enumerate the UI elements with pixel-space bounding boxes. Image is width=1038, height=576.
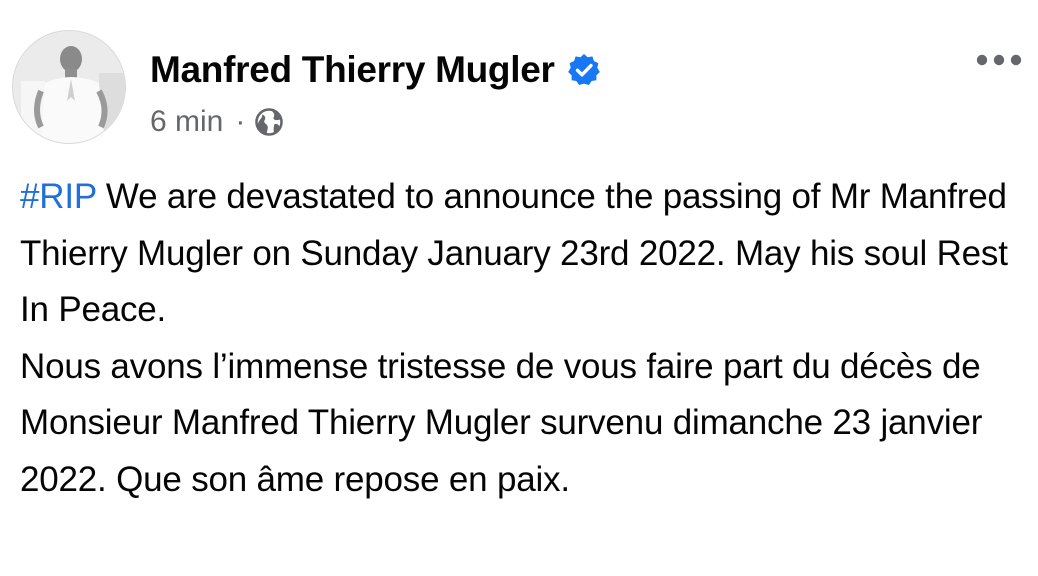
meta-separator: · <box>235 105 246 138</box>
more-options-icon <box>976 54 1022 66</box>
author-name[interactable]: Manfred Thierry Mugler <box>150 49 555 91</box>
post-timestamp[interactable]: 6 min <box>150 105 223 139</box>
hashtag-link[interactable]: #RIP <box>20 177 97 216</box>
english-text: We are devastated to announce the passin… <box>20 177 1008 329</box>
facebook-post: Manfred Thierry Mugler 6 min · #RIP We a… <box>0 0 1038 576</box>
author-avatar[interactable] <box>12 30 126 144</box>
globe-icon[interactable] <box>254 107 284 137</box>
post-meta: 6 min · <box>150 100 284 144</box>
verified-badge-icon <box>567 53 601 87</box>
post-text-french: Nous avons l’immense tristesse de vous f… <box>20 346 983 499</box>
avatar-photo-icon <box>13 31 125 143</box>
post-text-english: #RIP We are devastated to announce the p… <box>20 169 1028 339</box>
post-body: #RIP We are devastated to announce the p… <box>20 169 1028 508</box>
author-name-row: Manfred Thierry Mugler <box>150 44 601 96</box>
more-options-button[interactable] <box>970 40 1028 80</box>
